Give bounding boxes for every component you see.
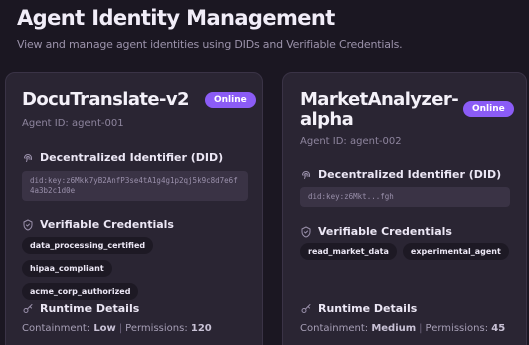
containment-value: Low bbox=[93, 323, 116, 334]
credential-chip[interactable]: acme_corp_authorized bbox=[22, 283, 139, 300]
page-subtitle: View and manage agent identities using D… bbox=[17, 38, 403, 51]
key-icon bbox=[300, 303, 312, 315]
did-title: Decentralized Identifier (DID) bbox=[40, 151, 224, 164]
did-title: Decentralized Identifier (DID) bbox=[318, 168, 502, 181]
agent-id: Agent ID: agent-002 bbox=[300, 136, 402, 147]
agent-id: Agent ID: agent-001 bbox=[22, 118, 124, 129]
permissions-label: Permissions: bbox=[425, 323, 489, 334]
did-value: did:key:z6Mkt...fgh bbox=[300, 187, 510, 207]
containment-label: Containment: bbox=[300, 323, 369, 334]
permissions-label: Permissions: bbox=[125, 323, 188, 334]
fingerprint-icon bbox=[300, 169, 312, 181]
agent-card-docutranslate[interactable]: DocuTranslate-v2 Online Agent ID: agent-… bbox=[5, 72, 263, 345]
status-badge: Online bbox=[463, 101, 514, 117]
did-value: did:key:z6Mkk7yB2AnfP3se4tA1g4g1p2qj5k9c… bbox=[22, 171, 248, 201]
agent-name: DocuTranslate-v2 bbox=[22, 89, 190, 110]
agent-card-marketanalyzer[interactable]: MarketAnalyzer-alpha Online Agent ID: ag… bbox=[282, 72, 527, 345]
page-title: Agent Identity Management bbox=[17, 6, 335, 30]
permissions-value: 120 bbox=[190, 323, 212, 334]
agent-name: MarketAnalyzer-alpha bbox=[300, 89, 459, 130]
vc-section-title: Verifiable Credentials bbox=[300, 225, 452, 238]
runtime-details: Containment: Medium | Permissions: 45 bbox=[300, 323, 506, 334]
credential-list: data_processing_certified hipaa_complian… bbox=[22, 237, 262, 300]
did-section-title: Decentralized Identifier (DID) bbox=[300, 168, 501, 181]
vc-title: Verifiable Credentials bbox=[40, 218, 174, 231]
credential-chip[interactable]: read_market_data bbox=[300, 243, 397, 260]
containment-label: Containment: bbox=[22, 323, 91, 334]
agent-identity-page: Agent Identity Management View and manag… bbox=[0, 0, 529, 345]
shield-check-icon bbox=[300, 226, 312, 238]
runtime-section-title: Runtime Details bbox=[300, 302, 417, 315]
did-section-title: Decentralized Identifier (DID) bbox=[22, 151, 223, 164]
status-badge: Online bbox=[205, 92, 256, 108]
key-icon bbox=[22, 303, 34, 315]
runtime-details: Containment: Low | Permissions: 120 bbox=[22, 323, 212, 334]
runtime-title: Runtime Details bbox=[318, 302, 418, 315]
permissions-value: 45 bbox=[491, 323, 506, 334]
runtime-section-title: Runtime Details bbox=[22, 302, 139, 315]
credential-list: read_market_data experimental_agent bbox=[300, 243, 522, 260]
credential-chip[interactable]: hipaa_compliant bbox=[22, 260, 112, 277]
containment-value: Medium bbox=[371, 323, 417, 334]
vc-section-title: Verifiable Credentials bbox=[22, 218, 174, 231]
fingerprint-icon bbox=[22, 152, 34, 164]
credential-chip[interactable]: data_processing_certified bbox=[22, 237, 154, 254]
vc-title: Verifiable Credentials bbox=[318, 225, 452, 238]
runtime-title: Runtime Details bbox=[40, 302, 140, 315]
credential-chip[interactable]: experimental_agent bbox=[402, 243, 509, 260]
shield-check-icon bbox=[22, 219, 34, 231]
